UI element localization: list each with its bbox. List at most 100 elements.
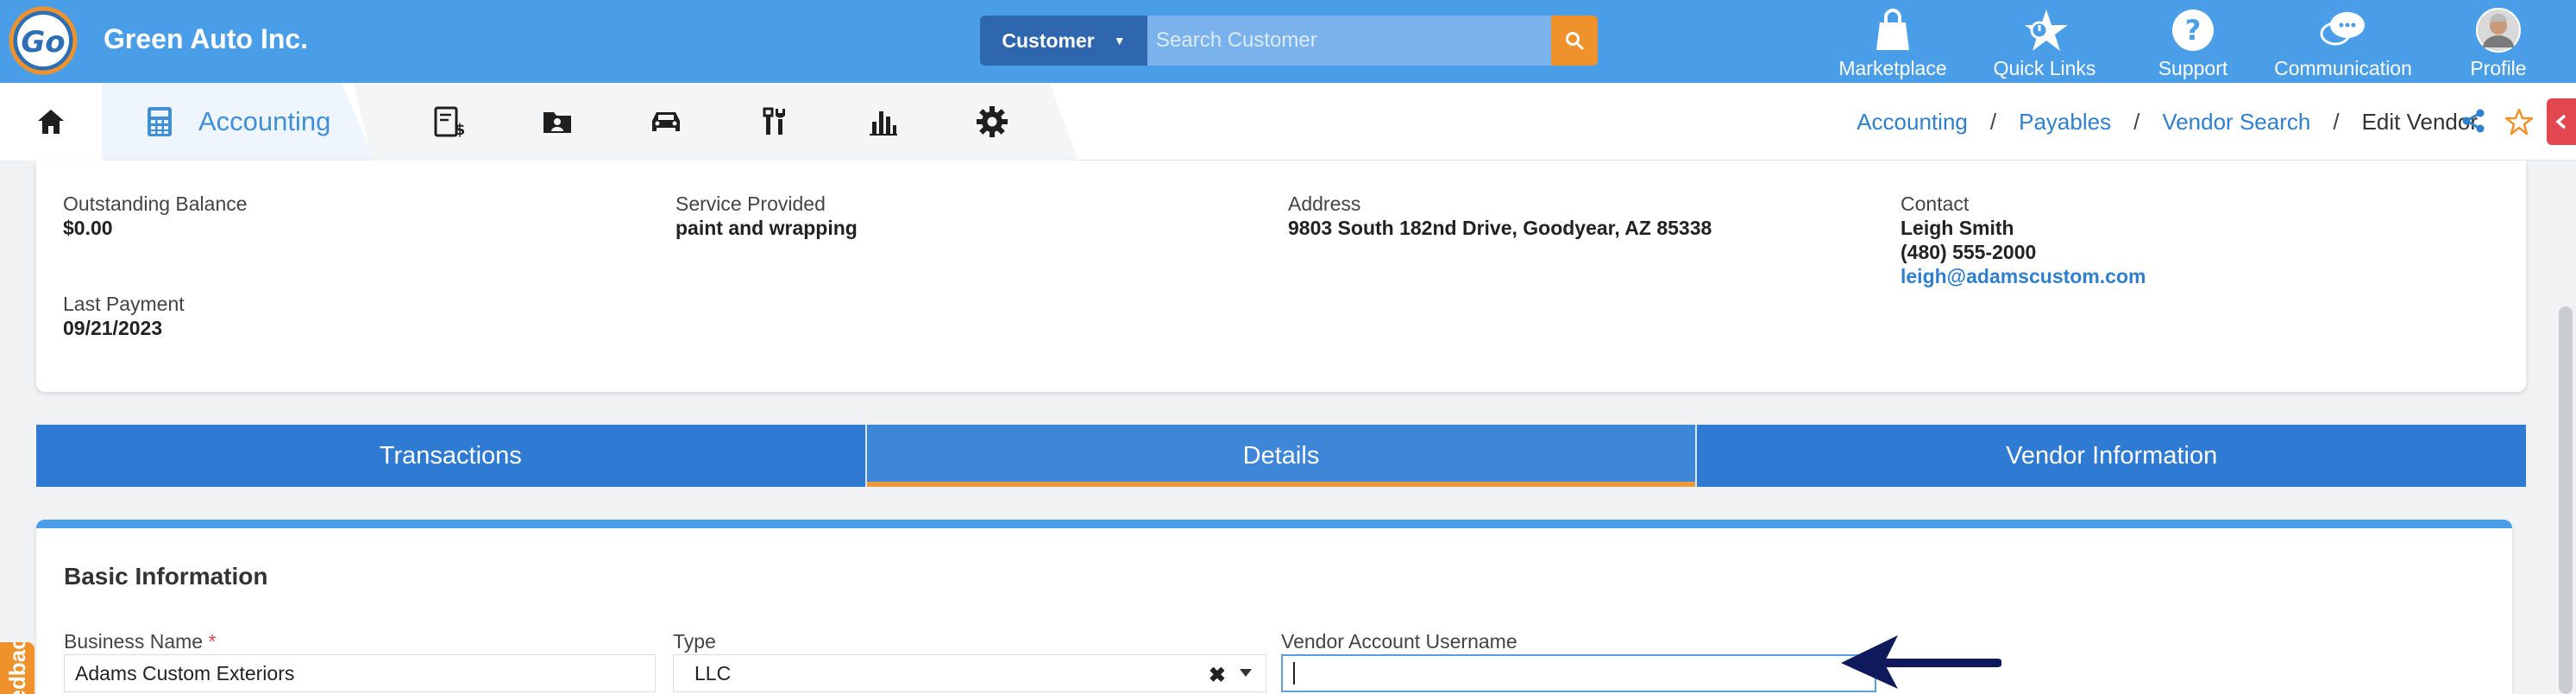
last-payment-value: 09/21/2023 <box>63 317 163 339</box>
tab-transactions[interactable]: Transactions <box>36 425 867 487</box>
module-accounting-label: Accounting <box>198 106 331 136</box>
bar-chart-icon <box>870 111 897 136</box>
search-button[interactable] <box>1551 16 1598 66</box>
clear-icon[interactable]: ✖ <box>1209 663 1226 688</box>
outstanding-balance: Outstanding Balance $0.00 <box>63 192 248 240</box>
breadcrumb-vendor-search[interactable]: Vendor Search <box>2162 109 2310 136</box>
breadcrumb-separator: / <box>2133 108 2140 135</box>
vendor-summary-card: Outstanding Balance $0.00 Service Provid… <box>36 161 2526 392</box>
last-payment: Last Payment 09/21/2023 <box>63 292 185 340</box>
vendor-tabs: Transactions Details Vendor Information <box>36 425 2526 487</box>
contact-phone: (480) 555-2000 <box>1901 241 2037 263</box>
profile-link[interactable]: Profile <box>2457 5 2540 80</box>
section-title: Basic Information <box>64 563 268 590</box>
marketplace-link[interactable]: Marketplace <box>1827 5 1958 80</box>
shopping-bag-icon <box>1827 5 1958 55</box>
business-name-label-text: Business Name <box>64 630 204 653</box>
quick-links-link[interactable]: Quick Links <box>1984 5 2105 80</box>
business-name-field[interactable]: Adams Custom Exteriors <box>64 654 656 692</box>
communication-label: Communication <box>2274 57 2412 79</box>
search-icon <box>1566 32 1584 50</box>
type-select[interactable]: LLC ✖ <box>673 654 1266 692</box>
svg-text:?: ? <box>2185 14 2202 47</box>
contacts-icon <box>543 112 571 133</box>
calculator-icon <box>148 107 172 136</box>
module-invoices[interactable]: $ <box>431 103 469 141</box>
star-favorite-icon[interactable] <box>2505 108 2533 136</box>
service-provided-value: paint and wrapping <box>675 217 858 239</box>
search-input[interactable] <box>1147 16 1551 66</box>
top-header: Go Green Auto Inc. Customer ▼ Marketplac… <box>0 0 2576 83</box>
search-category-label: Customer <box>1002 28 1095 52</box>
chevron-down-icon[interactable] <box>1238 665 1253 680</box>
business-name-value: Adams Custom Exteriors <box>75 661 295 685</box>
support-link[interactable]: ? Support <box>2148 5 2238 80</box>
vendor-account-username-input[interactable] <box>1281 654 1876 692</box>
avatar <box>2457 5 2540 55</box>
quick-links-label: Quick Links <box>1993 57 2096 79</box>
side-panel-toggle[interactable] <box>2547 98 2576 145</box>
basic-information-card: Basic Information Business Name * Adams … <box>36 520 2512 694</box>
feedback-tab-label: Feedback! <box>4 642 31 694</box>
address-label: Address <box>1288 192 1361 215</box>
tab-vendor-information[interactable]: Vendor Information <box>1697 425 2526 487</box>
invoice-icon: $ <box>434 106 466 137</box>
module-accounting[interactable]: Accounting <box>102 83 374 161</box>
vendor-contact: Contact Leigh Smith (480) 555-2000 leigh… <box>1901 192 2146 288</box>
page-tools <box>2460 108 2533 136</box>
type-selected-value: LLC <box>694 661 732 685</box>
address-value: 9803 South 182nd Drive, Goodyear, AZ 853… <box>1288 217 1712 239</box>
gear-icon <box>977 106 1008 137</box>
logo-text: Go <box>21 25 65 60</box>
service-provided: Service Provided paint and wrapping <box>675 192 858 240</box>
contact-email-link[interactable]: leigh@adamscustom.com <box>1901 264 2146 288</box>
breadcrumb-separator: / <box>1989 108 1997 135</box>
tools-icon <box>763 107 785 135</box>
module-contacts[interactable] <box>538 103 576 141</box>
home-button[interactable] <box>0 83 102 161</box>
required-marker: * <box>208 630 217 653</box>
contact-name: Leigh Smith <box>1901 217 2014 239</box>
chevron-left-icon <box>2555 114 2567 129</box>
type-label: Type <box>673 630 716 653</box>
contact-label: Contact <box>1901 192 1970 215</box>
vendor-account-username-label: Vendor Account Username <box>1281 630 1517 653</box>
outstanding-balance-value: $0.00 <box>63 217 113 239</box>
app-name: Green Auto Inc. <box>104 23 309 54</box>
text-cursor <box>1293 662 1295 685</box>
star-link-icon <box>1984 5 2105 55</box>
breadcrumb-payables[interactable]: Payables <box>2019 109 2111 136</box>
tab-details[interactable]: Details <box>866 425 1698 487</box>
car-icon <box>652 112 680 131</box>
marketplace-label: Marketplace <box>1838 57 1947 79</box>
caret-down-icon: ▼ <box>1113 34 1126 47</box>
page-scrollbar[interactable] <box>2559 306 2573 694</box>
breadcrumb-separator: / <box>2333 108 2340 135</box>
support-label: Support <box>2158 57 2228 79</box>
share-icon[interactable] <box>2460 108 2486 134</box>
last-payment-label: Last Payment <box>63 293 185 315</box>
module-vehicles[interactable] <box>647 103 685 141</box>
global-search: Customer ▼ <box>980 16 1598 66</box>
module-reports[interactable] <box>864 103 902 141</box>
svg-text:$: $ <box>455 121 466 137</box>
service-provided-label: Service Provided <box>675 192 826 215</box>
home-icon <box>38 110 64 134</box>
outstanding-balance-label: Outstanding Balance <box>63 192 248 215</box>
breadcrumb-accounting[interactable]: Accounting <box>1857 109 1968 136</box>
chat-icon <box>2267 5 2419 55</box>
communication-link[interactable]: Communication <box>2267 5 2419 80</box>
module-tabs: Accounting $ <box>0 83 1078 161</box>
vendor-address: Address 9803 South 182nd Drive, Goodyear… <box>1288 192 1712 240</box>
module-bar: Accounting $ Accounting / Payables / Ven… <box>0 83 2576 161</box>
annotation-arrow-icon <box>1841 635 2001 689</box>
business-name-label: Business Name * <box>64 630 216 653</box>
question-icon: ? <box>2148 5 2238 55</box>
module-settings[interactable] <box>973 103 1011 141</box>
search-category-dropdown[interactable]: Customer ▼ <box>980 16 1147 66</box>
module-service[interactable] <box>756 103 794 141</box>
breadcrumb: Accounting / Payables / Vendor Search / … <box>1857 83 2478 161</box>
company-logo[interactable]: Go <box>9 5 78 76</box>
profile-label: Profile <box>2470 57 2527 79</box>
feedback-tab[interactable]: Feedback! <box>0 642 35 694</box>
